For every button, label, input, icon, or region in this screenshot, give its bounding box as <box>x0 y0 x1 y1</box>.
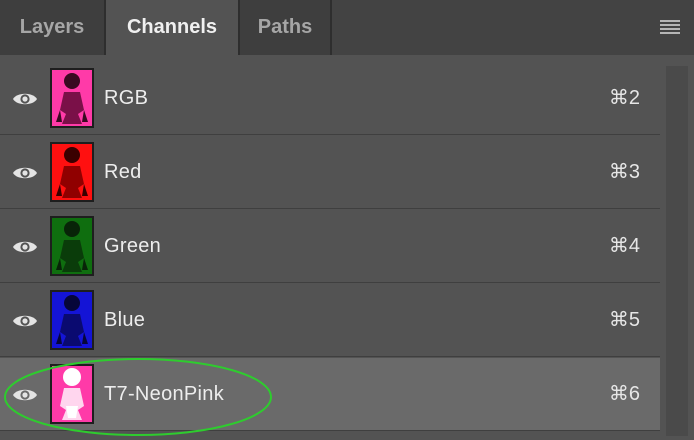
channels-panel: Layers Channels Paths RGB ⌘2 Red ⌘3 Gree… <box>0 0 694 440</box>
scrollbar[interactable] <box>660 62 694 440</box>
channel-shortcut: ⌘4 <box>608 235 640 257</box>
channel-thumbnail <box>50 216 94 276</box>
eye-icon[interactable] <box>12 238 38 256</box>
panel-menu-icon[interactable] <box>660 20 680 34</box>
channel-row-red[interactable]: Red ⌘3 <box>0 136 660 209</box>
channel-name: Blue <box>104 309 146 331</box>
channel-thumbnail <box>50 68 94 128</box>
tab-layers[interactable]: Layers <box>0 0 104 55</box>
channel-shortcut: ⌘6 <box>608 383 640 405</box>
channel-row-t7-neonpink[interactable]: T7-NeonPink ⌘6 <box>0 358 660 431</box>
tab-bar: Layers Channels Paths <box>0 0 694 55</box>
eye-icon[interactable] <box>12 312 38 330</box>
channel-name: Red <box>104 161 142 183</box>
channel-name: RGB <box>104 87 149 109</box>
tab-paths[interactable]: Paths <box>240 0 330 55</box>
channel-row-blue[interactable]: Blue ⌘5 <box>0 284 660 357</box>
eye-icon[interactable] <box>12 90 38 108</box>
channel-name: T7-NeonPink <box>104 383 225 405</box>
channel-row-rgb[interactable]: RGB ⌘2 <box>0 62 660 135</box>
channel-thumbnail <box>50 364 94 424</box>
channel-shortcut: ⌘3 <box>608 161 640 183</box>
channel-name: Green <box>104 235 162 257</box>
scroll-track[interactable] <box>666 66 688 436</box>
tab-channels[interactable]: Channels <box>106 0 238 55</box>
channel-list: RGB ⌘2 Red ⌘3 Green ⌘4 Blue ⌘5 T7-NeonPi… <box>0 62 660 440</box>
tab-divider <box>330 0 332 55</box>
channel-row-green[interactable]: Green ⌘4 <box>0 210 660 283</box>
channel-thumbnail <box>50 142 94 202</box>
eye-icon[interactable] <box>12 164 38 182</box>
channel-shortcut: ⌘2 <box>608 87 640 109</box>
eye-icon[interactable] <box>12 386 38 404</box>
channel-thumbnail <box>50 290 94 350</box>
channel-shortcut: ⌘5 <box>608 309 640 331</box>
